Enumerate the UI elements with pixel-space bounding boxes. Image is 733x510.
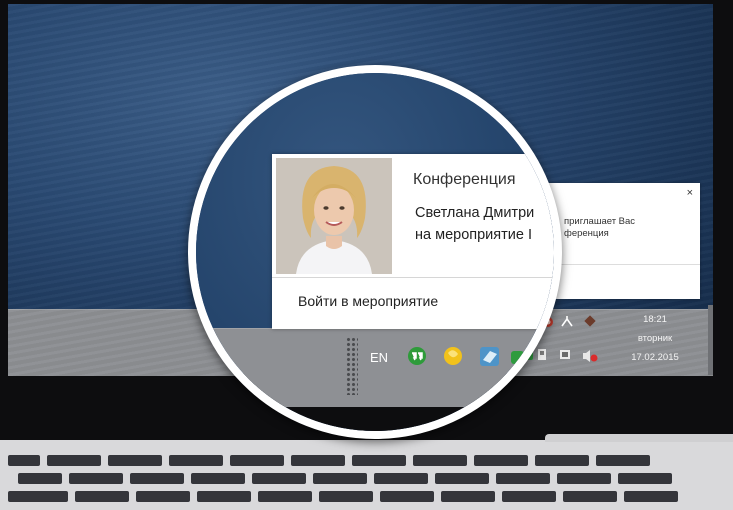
key — [75, 491, 129, 502]
key — [563, 491, 617, 502]
key — [169, 455, 223, 466]
notification-small-text: приглашает Вас ференция — [564, 216, 692, 240]
key — [624, 491, 678, 502]
close-icon[interactable]: × — [687, 187, 693, 199]
network-icon[interactable] — [511, 351, 524, 364]
volume-muted-icon[interactable] — [583, 350, 598, 362]
notification-message-line-2: на мероприятие I — [415, 227, 532, 243]
clock-time: 18:21 — [643, 314, 667, 325]
notification-popup[interactable]: × приглашает Вас ференция — [548, 183, 700, 299]
antenna-icon[interactable] — [561, 316, 573, 327]
key — [252, 473, 306, 484]
key — [8, 455, 40, 466]
notification-message: Светлана Дмитри на мероприятие I — [415, 202, 534, 246]
key — [496, 473, 550, 484]
taskbar-edge — [708, 305, 713, 375]
key — [230, 455, 284, 466]
key — [374, 473, 428, 484]
key — [197, 491, 251, 502]
cube-app-icon[interactable] — [480, 347, 499, 366]
notification-title: Конференция — [413, 171, 516, 188]
key — [352, 455, 406, 466]
notification-divider — [548, 264, 700, 265]
keyboard-row — [8, 455, 650, 466]
key — [380, 491, 434, 502]
caller-avatar — [276, 158, 392, 274]
yellow-app-icon[interactable] — [444, 347, 462, 365]
key — [130, 473, 184, 484]
join-event-button[interactable]: Войти в мероприятие — [298, 293, 438, 309]
key — [69, 473, 123, 484]
avatar-portrait — [276, 158, 392, 274]
notification-small-line-2: ференция — [564, 228, 609, 239]
key — [191, 473, 245, 484]
conference-notification[interactable]: Конференция Светлана Дмитри на мероприят… — [272, 154, 554, 329]
clock-weekday: вторник — [637, 333, 673, 344]
key — [618, 473, 672, 484]
hangouts-icon[interactable] — [408, 347, 426, 365]
keyboard-row — [18, 473, 672, 484]
key — [319, 491, 373, 502]
magnified-tray-icons — [408, 347, 524, 366]
key — [313, 473, 367, 484]
key — [596, 455, 650, 466]
magnifier-lens: EN Конференция Светлана Дмитри на меропр… — [188, 65, 562, 439]
language-indicator[interactable]: EN — [370, 350, 388, 365]
notification-small-line-1: приглашает Вас — [564, 216, 636, 227]
key — [136, 491, 190, 502]
key — [8, 491, 68, 502]
notification-divider — [272, 277, 554, 278]
key — [474, 455, 528, 466]
key — [108, 455, 162, 466]
key — [502, 491, 556, 502]
taskbar-clock[interactable]: 18:21 вторник 17.02.2015 — [622, 310, 688, 367]
key — [435, 473, 489, 484]
keyboard-row — [8, 491, 678, 502]
key — [47, 455, 101, 466]
key — [557, 473, 611, 484]
key — [535, 455, 589, 466]
display-icon[interactable] — [560, 350, 570, 359]
key — [258, 491, 312, 502]
key — [413, 455, 467, 466]
notification-message-line-1: Светлана Дмитри — [415, 205, 535, 221]
taskbar-grip[interactable] — [346, 337, 358, 395]
key — [291, 455, 345, 466]
clock-date: 17.02.2015 — [631, 352, 679, 363]
keyboard — [8, 455, 733, 510]
diamond-icon[interactable] — [584, 315, 596, 327]
key — [441, 491, 495, 502]
key — [18, 473, 62, 484]
